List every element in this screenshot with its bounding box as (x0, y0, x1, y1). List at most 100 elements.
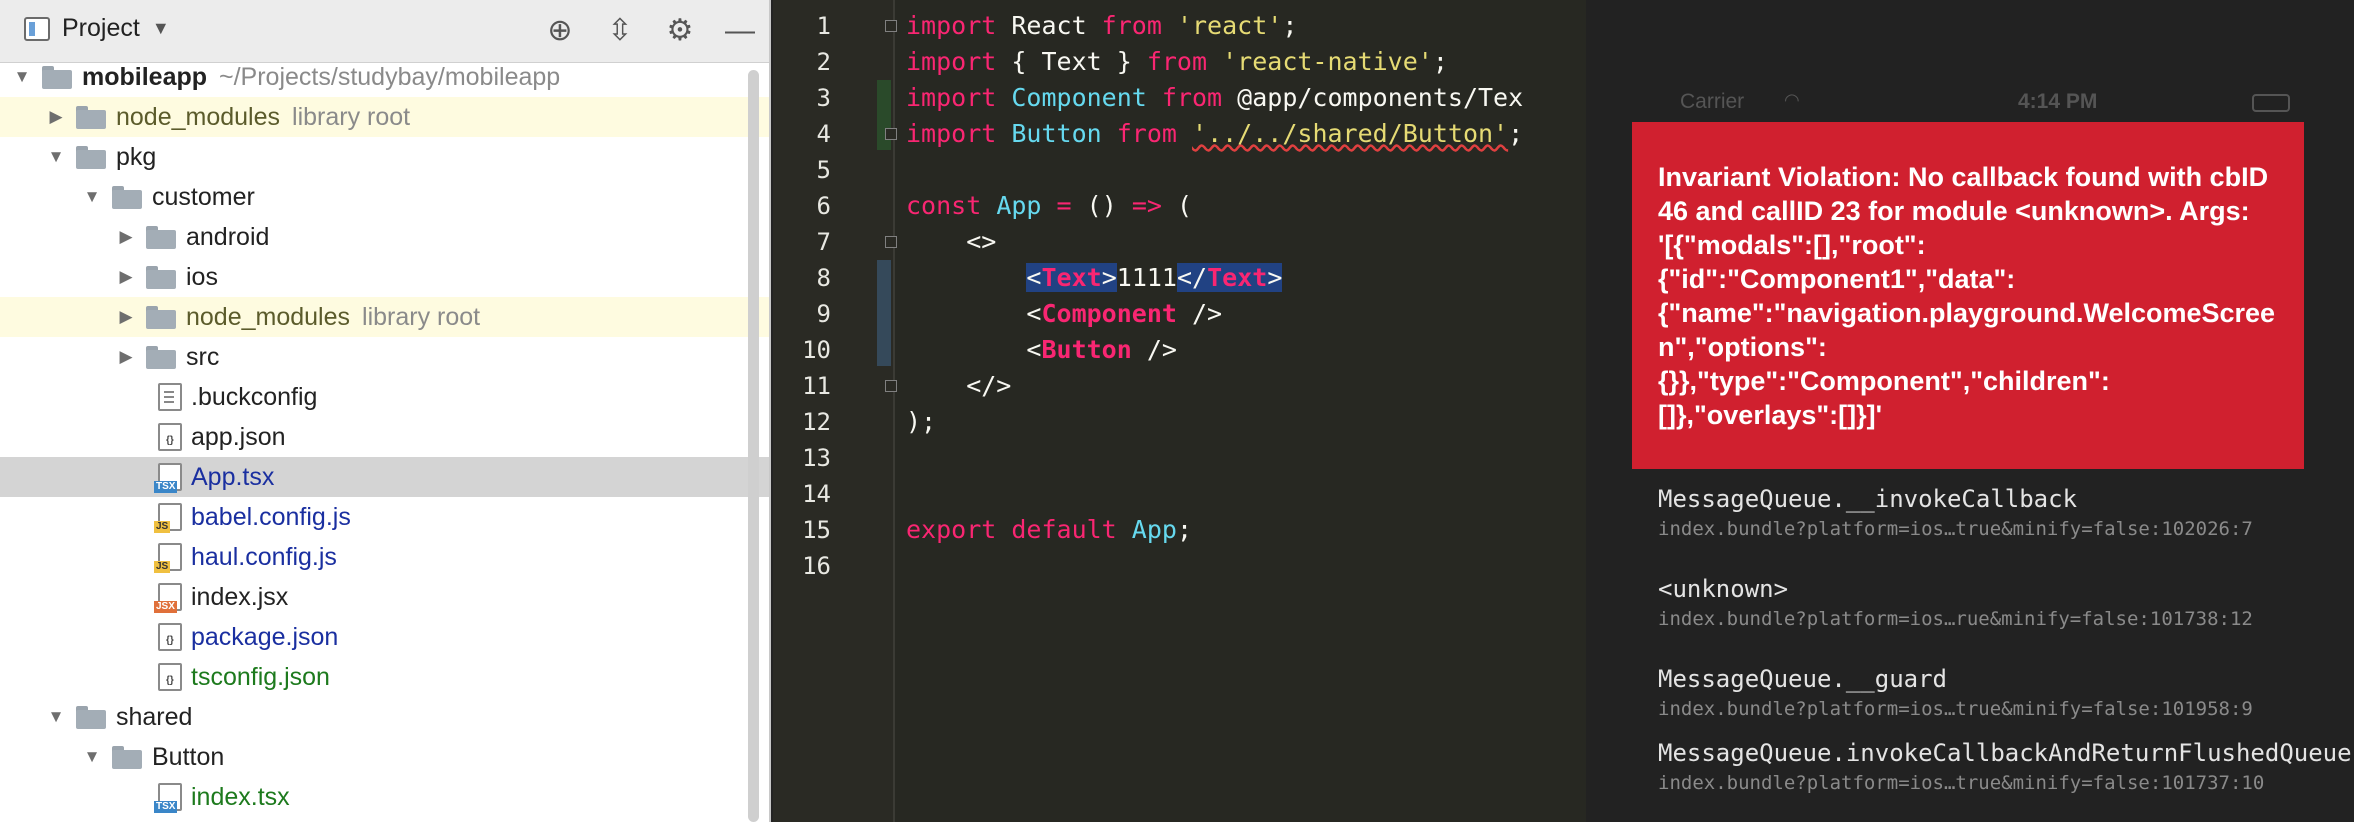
tree-item-label: haul.config.js (191, 542, 337, 571)
tree-item-node-modules[interactable]: ▶ node_modules library root (0, 297, 769, 337)
folder-icon (146, 345, 176, 369)
fold-marker-icon[interactable] (885, 20, 897, 32)
stack-frame[interactable]: MessageQueue.__invokeCallback index.bund… (1658, 484, 2298, 540)
code-line-3[interactable]: import Component from @app/components/Te… (906, 80, 1523, 116)
carrier-label: Carrier (1680, 90, 1745, 113)
folder-icon (76, 705, 106, 729)
tree-item-tsconfig-json[interactable]: {} tsconfig.json (0, 657, 769, 697)
folder-icon (112, 185, 142, 209)
tree-item-babel-config[interactable]: JS babel.config.js (0, 497, 769, 537)
line-number: 11 (802, 372, 831, 400)
tree-item-label: customer (152, 182, 255, 211)
stack-frame[interactable]: MessageQueue.invokeCallbackAndReturnFlus… (1658, 738, 2352, 794)
tree-item-label: node_modules (186, 302, 351, 331)
tree-item-pkg[interactable]: ▼ pkg (0, 137, 769, 177)
tree-item-android[interactable]: ▶ android (0, 217, 769, 257)
tsx-file-icon: TSX (154, 783, 182, 813)
expanded-arrow-icon[interactable]: ▼ (82, 747, 102, 767)
line-number: 13 (802, 444, 831, 472)
code-line-2[interactable]: import { Text } from 'react-native'; (906, 44, 1448, 80)
tree-item-src[interactable]: ▶ src (0, 337, 769, 377)
tree-item-shared[interactable]: ▼ shared (0, 697, 769, 737)
collapsed-arrow-icon[interactable]: ▶ (116, 267, 136, 287)
folder-icon (76, 145, 106, 169)
expanded-arrow-icon[interactable]: ▼ (46, 707, 66, 727)
collapsed-arrow-icon[interactable]: ▶ (116, 227, 136, 247)
collapse-all-icon[interactable]: ⇳ (601, 12, 639, 50)
tree-item-label: App.tsx (191, 462, 275, 491)
line-number: 15 (802, 516, 831, 544)
tree-item-index-jsx[interactable]: JSX index.jsx (0, 577, 769, 617)
code-line-10[interactable]: <Button /> (906, 332, 1177, 368)
ios-simulator: Carrier ◠ 4:14 PM Invariant Violation: N… (1586, 0, 2354, 822)
tree-item-haul-config[interactable]: JS haul.config.js (0, 537, 769, 577)
folder-icon (112, 745, 142, 769)
tree-item-label: Button (152, 742, 225, 771)
code-editor[interactable]: 1 2 3 4 5 6 7 8 9 10 11 12 13 14 15 16 i… (773, 0, 1586, 822)
status-bar: Carrier ◠ 4:14 PM (1680, 90, 2290, 120)
collapsed-arrow-icon[interactable]: ▶ (116, 347, 136, 367)
line-number: 5 (816, 156, 831, 184)
fold-marker-icon[interactable] (885, 380, 897, 392)
code-line-6[interactable]: const App = () => ( (906, 188, 1192, 224)
stack-frame[interactable]: <unknown> index.bundle?platform=ios…rue&… (1658, 574, 2298, 630)
code-line-11[interactable]: </> (906, 368, 1011, 404)
expanded-arrow-icon[interactable]: ▼ (12, 67, 32, 87)
tree-item-path: ~/Projects/studybay/mobileapp (219, 62, 561, 91)
fold-column (893, 0, 895, 822)
code-line-1[interactable]: import React from 'react'; (906, 8, 1297, 44)
stack-frame-function: <unknown> (1658, 575, 1789, 603)
tree-item-button-folder[interactable]: ▼ Button (0, 737, 769, 777)
tree-item-customer[interactable]: ▼ customer (0, 177, 769, 217)
crosshair-icon[interactable]: ⊕ (541, 12, 579, 50)
chevron-down-icon: ▼ (151, 18, 170, 38)
stack-frame[interactable]: MessageQueue.__guard index.bundle?platfo… (1658, 664, 2298, 720)
tree-item-label: index.jsx (191, 582, 289, 611)
line-number: 2 (816, 48, 831, 76)
code-line-12[interactable]: ); (906, 404, 936, 440)
project-view-selector[interactable]: Project ▼ (24, 14, 170, 43)
stack-frame-function: MessageQueue.invokeCallbackAndReturnFlus… (1658, 739, 2352, 767)
expanded-arrow-icon[interactable]: ▼ (46, 147, 66, 167)
folder-icon (146, 265, 176, 289)
jsx-file-icon: JSX (154, 583, 182, 613)
stack-frame-location: index.bundle?platform=ios…true&minify=fa… (1658, 772, 2265, 794)
gear-icon[interactable]: ⚙ (661, 12, 699, 50)
stack-frame-location: index.bundle?platform=ios…rue&minify=fal… (1658, 608, 2253, 630)
collapsed-arrow-icon[interactable]: ▶ (116, 307, 136, 327)
stack-frame-function: MessageQueue.__invokeCallback (1658, 485, 2078, 513)
tree-item-annotation: library root (362, 302, 481, 331)
wifi-icon: ◠ (1784, 90, 1800, 110)
tree-item-label: app.json (191, 422, 286, 451)
code-line-15[interactable]: export default App; (906, 512, 1192, 548)
js-file-icon: JS (154, 503, 182, 533)
tree-item-label: index.tsx (191, 782, 290, 811)
json-file-icon: {} (158, 423, 182, 451)
fold-marker-icon[interactable] (885, 128, 897, 140)
project-window-icon (24, 16, 50, 41)
tree-item-mobileapp[interactable]: ▼ mobileapp ~/Projects/studybay/mobileap… (0, 57, 755, 97)
stack-frame-location: index.bundle?platform=ios…true&minify=fa… (1658, 518, 2253, 540)
project-scrollbar[interactable] (748, 70, 759, 822)
tree-item-ios[interactable]: ▶ ios (0, 257, 769, 297)
stack-frame-function: MessageQueue.__guard (1658, 665, 1947, 693)
tree-item-node-modules-root[interactable]: ▶ node_modules library root (0, 97, 769, 137)
error-message: Invariant Violation: No callback found w… (1632, 122, 2304, 469)
tree-item-index-tsx[interactable]: TSX index.tsx (0, 777, 769, 817)
line-number: 14 (802, 480, 831, 508)
tree-item-app-tsx[interactable]: TSX App.tsx (0, 457, 769, 497)
tree-item-app-json[interactable]: {} app.json (0, 417, 769, 457)
code-line-7[interactable]: <> (906, 224, 996, 260)
tree-item-label: src (186, 342, 220, 371)
fold-marker-icon[interactable] (885, 236, 897, 248)
tree-item-buckconfig[interactable]: .buckconfig (0, 377, 769, 417)
tree-item-label: shared (116, 702, 193, 731)
code-line-9[interactable]: <Component /> (906, 296, 1222, 332)
expanded-arrow-icon[interactable]: ▼ (82, 187, 102, 207)
code-line-8[interactable]: <Text>1111</Text> (906, 260, 1283, 296)
collapsed-arrow-icon[interactable]: ▶ (46, 107, 66, 127)
code-line-4[interactable]: import Button from '../../shared/Button'… (906, 116, 1523, 152)
minimize-icon[interactable]: — (721, 12, 759, 50)
tree-item-label: ios (186, 262, 218, 291)
tree-item-package-json[interactable]: {} package.json (0, 617, 769, 657)
